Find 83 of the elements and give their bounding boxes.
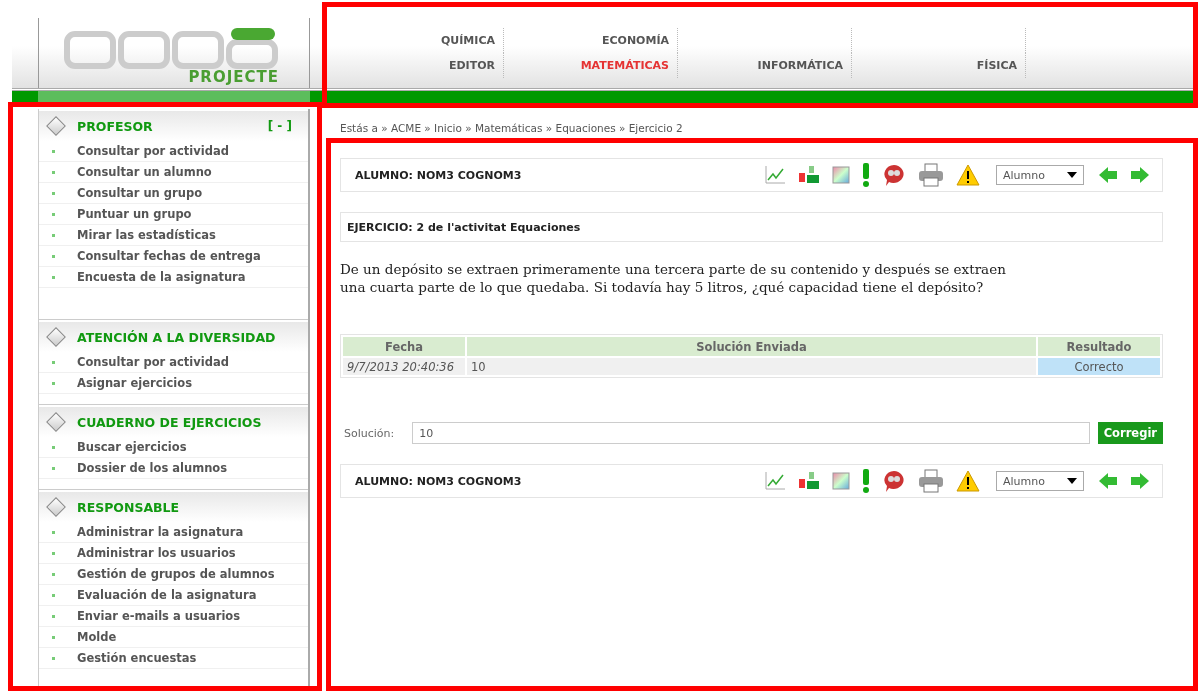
warning-icon[interactable] bbox=[956, 164, 980, 186]
arrow-left-icon[interactable] bbox=[1098, 166, 1118, 184]
menu-link[interactable]: Administrar la asignatura bbox=[77, 525, 244, 539]
nav-tab[interactable]: FÍSICA bbox=[976, 59, 1017, 72]
bullet-icon bbox=[52, 656, 55, 660]
menu-link[interactable]: Consultar por actividad bbox=[77, 144, 229, 158]
menu-link[interactable]: Consultar por actividad bbox=[77, 355, 229, 369]
menu-link[interactable]: Consultar un grupo bbox=[77, 186, 203, 200]
nav-tab[interactable]: QUÍMICA bbox=[441, 34, 495, 47]
printer-icon[interactable] bbox=[918, 163, 944, 187]
bullet-icon bbox=[52, 254, 55, 258]
score-icon[interactable] bbox=[798, 471, 820, 491]
section-title: CUADERNO DE EJERCICIOS bbox=[77, 414, 263, 430]
menu-link[interactable]: Molde bbox=[77, 630, 117, 644]
bullet-icon bbox=[52, 275, 55, 279]
menu-link[interactable]: Encuesta de la asignatura bbox=[77, 270, 246, 284]
nav-tab[interactable]: ECONOMÍA bbox=[601, 34, 669, 47]
color-square-icon[interactable] bbox=[832, 472, 850, 490]
column-header: Fecha bbox=[343, 337, 465, 356]
student-dropdown[interactable]: Alumno bbox=[996, 165, 1084, 185]
caret-icon bbox=[1067, 478, 1077, 484]
bullet-icon bbox=[52, 466, 55, 470]
bullet-icon bbox=[52, 530, 55, 534]
section-title: RESPONSABLE bbox=[77, 499, 181, 515]
menu-link[interactable]: Enviar e-mails a usuarios bbox=[77, 609, 241, 623]
bullet-icon bbox=[52, 572, 55, 576]
menu-link[interactable]: Mirar las estadísticas bbox=[77, 228, 216, 242]
bullet-icon bbox=[52, 614, 55, 618]
bullet-icon bbox=[52, 445, 55, 449]
menu-link[interactable]: Puntuar un grupo bbox=[77, 207, 192, 221]
exclamation-icon[interactable] bbox=[862, 469, 870, 493]
menu-link[interactable]: Dossier de los alumnos bbox=[77, 461, 228, 475]
menu-link[interactable]: Consultar un alumno bbox=[77, 165, 212, 179]
menu-link[interactable]: Consultar fechas de entrega bbox=[77, 249, 261, 263]
exclamation-icon[interactable] bbox=[862, 163, 870, 187]
color-square-icon[interactable] bbox=[832, 166, 850, 184]
menu-link[interactable]: Asignar ejercicios bbox=[77, 376, 193, 390]
people-chat-icon[interactable] bbox=[882, 469, 906, 493]
bullet-icon bbox=[52, 149, 55, 153]
warning-icon[interactable] bbox=[956, 470, 980, 492]
column-header: Solución Enviada bbox=[467, 337, 1036, 356]
exercise-statement: De un depósito se extraen primeramente una tercera parte de su contenido y después se extraen una cuarta parte de lo que quedaba. Si todavía hay 5 litros, ¿qué capacidad tiene el depósito? bbox=[340, 260, 1007, 296]
exercise-title: EJERCICIO: 2 de l'activitat Equaciones bbox=[340, 212, 1163, 242]
people-chat-icon[interactable] bbox=[882, 163, 906, 187]
nav-tab[interactable]: INFORMÁTICA bbox=[757, 59, 843, 72]
arrow-left-icon[interactable] bbox=[1098, 472, 1118, 490]
result-cell: Correcto bbox=[1038, 358, 1160, 375]
solution-input[interactable]: 10 bbox=[412, 422, 1090, 444]
correct-button[interactable]: Corregir bbox=[1097, 422, 1163, 444]
bullet-icon bbox=[52, 551, 55, 555]
menu-link[interactable]: Administrar los usuarios bbox=[77, 546, 236, 560]
caret-icon bbox=[1067, 172, 1077, 178]
menu-link[interactable]: Gestión encuestas bbox=[77, 651, 197, 665]
menu-link[interactable]: Gestión de grupos de alumnos bbox=[77, 567, 275, 581]
menu-link[interactable]: Evaluación de la asignatura bbox=[77, 588, 257, 602]
bullet-icon bbox=[52, 593, 55, 597]
student-title: ALUMNO: NOM3 COGNOM3 bbox=[355, 168, 523, 182]
bullet-icon bbox=[52, 170, 55, 174]
line-chart-icon[interactable] bbox=[764, 165, 786, 185]
menu-link[interactable]: Buscar ejercicios bbox=[77, 440, 187, 454]
section-title: ATENCIÓN A LA DIVERSIDAD bbox=[77, 329, 277, 345]
line-chart-icon[interactable] bbox=[764, 471, 786, 491]
bullet-icon bbox=[52, 233, 55, 237]
bullet-icon bbox=[52, 635, 55, 639]
nav-tab[interactable]: EDITOR bbox=[448, 59, 495, 72]
bullet-icon bbox=[52, 212, 55, 216]
table-cell: 10 bbox=[467, 358, 1036, 375]
nav-tab[interactable]: MATEMÁTICAS bbox=[580, 59, 669, 72]
bullet-icon bbox=[52, 381, 55, 385]
printer-icon[interactable] bbox=[918, 469, 944, 493]
solution-label: Solución: bbox=[344, 426, 395, 440]
arrow-right-icon[interactable] bbox=[1130, 166, 1150, 184]
column-header: Resultado bbox=[1038, 337, 1160, 356]
bullet-icon bbox=[52, 360, 55, 364]
bullet-icon bbox=[52, 191, 55, 195]
table-cell: 9/7/2013 20:40:36 bbox=[343, 358, 465, 375]
student-dropdown[interactable]: Alumno bbox=[996, 471, 1084, 491]
arrow-right-icon[interactable] bbox=[1130, 472, 1150, 490]
section-title: PROFESOR bbox=[77, 118, 154, 134]
student-title: ALUMNO: NOM3 COGNOM3 bbox=[355, 474, 523, 488]
score-icon[interactable] bbox=[798, 165, 820, 185]
logo-subtitle: PROJECTE bbox=[188, 68, 279, 86]
breadcrumb: Estás a » ACME » Inicio » Matemáticas » Equaciones » Ejercicio 2 bbox=[340, 122, 684, 134]
